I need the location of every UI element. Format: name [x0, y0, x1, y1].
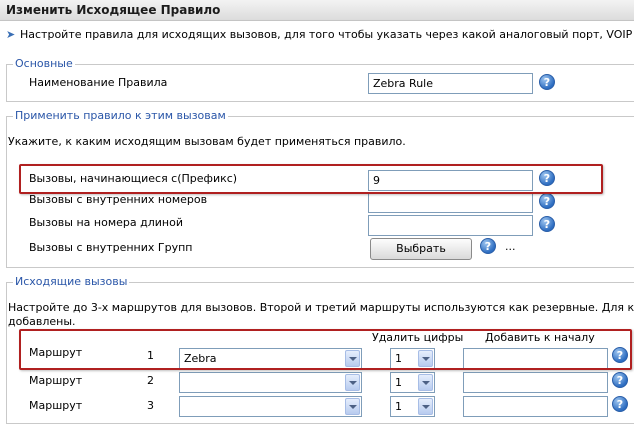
strip-digits-header: Удалить цифры [372, 331, 464, 344]
select-groups-button[interactable]: Выбрать [370, 238, 472, 260]
outgoing-legend: Исходящие вызовы [13, 275, 130, 288]
internal-numbers-input[interactable] [368, 192, 533, 213]
more-options[interactable]: ... [505, 240, 516, 253]
help-icon[interactable]: ? [539, 74, 555, 90]
outgoing-description-2: добавлены. [8, 315, 76, 328]
route-prepend-input[interactable] [463, 396, 608, 417]
help-icon[interactable]: ? [539, 193, 555, 209]
route-label: Маршрут [29, 374, 83, 387]
route-strip-value: 1 [395, 352, 402, 365]
help-icon[interactable]: ? [539, 170, 555, 186]
apply-description: Укажите, к каким исходящим вызовам будет… [8, 135, 406, 148]
apply-legend: Применить правило к этим вызовам [13, 109, 228, 122]
route-strip-select[interactable]: 1 [390, 372, 435, 393]
prefix-label: Вызовы, начинающиеся с(Префикс) [29, 172, 238, 185]
route-strip-value: 1 [395, 376, 402, 389]
chevron-down-icon[interactable] [345, 398, 360, 415]
route-number: 3 [147, 399, 154, 412]
help-icon[interactable]: ? [612, 347, 628, 363]
prepend-header: Добавить к началу [485, 331, 595, 344]
route-label: Маршрут [29, 399, 83, 412]
route-strip-select[interactable]: 1 [390, 396, 435, 417]
window-title: Изменить Исходящее Правило [6, 3, 221, 17]
route-trunk-value: Zebra [184, 352, 217, 365]
chevron-down-icon[interactable] [418, 350, 433, 367]
route-label: Маршрут [29, 346, 83, 359]
route-trunk-select[interactable] [179, 396, 362, 417]
help-icon[interactable]: ? [612, 372, 628, 388]
hint-row: ➤ Настройте правила для исходящих вызовов… [6, 28, 634, 44]
route-trunk-select[interactable] [179, 372, 362, 393]
chevron-down-icon[interactable] [418, 374, 433, 391]
route-prepend-input[interactable] [463, 372, 608, 393]
chevron-down-icon[interactable] [345, 350, 360, 367]
route-number: 1 [147, 349, 154, 362]
number-length-label: Вызовы на номера длиной [29, 216, 183, 229]
chevron-down-icon[interactable] [345, 374, 360, 391]
chevron-down-icon[interactable] [418, 398, 433, 415]
route-number: 2 [147, 374, 154, 387]
basic-legend: Основные [13, 57, 75, 70]
outgoing-description: Настройте до 3-х маршрутов для вызовов. … [8, 301, 634, 314]
rule-name-input[interactable]: Zebra Rule [368, 73, 533, 94]
route-strip-value: 1 [395, 400, 402, 413]
help-icon[interactable]: ? [539, 216, 555, 232]
help-icon[interactable]: ? [480, 238, 496, 254]
hint-text: Настройте правила для исходящих вызовов,… [20, 28, 634, 41]
route-prepend-input[interactable] [463, 348, 608, 369]
arrow-icon: ➤ [6, 28, 16, 41]
prefix-input[interactable]: 9 [368, 170, 533, 191]
groups-label: Вызовы с внутренних Групп [29, 241, 193, 254]
window-title-bar: Изменить Исходящее Правило [0, 0, 634, 21]
help-icon[interactable]: ? [612, 396, 628, 412]
route-strip-select[interactable]: 1 [390, 348, 435, 369]
route-trunk-select[interactable]: Zebra [179, 348, 362, 369]
internal-numbers-label: Вызовы с внутренних номеров [29, 193, 208, 206]
number-length-input[interactable] [368, 215, 533, 236]
rule-name-label: Наименование Правила [29, 76, 168, 89]
